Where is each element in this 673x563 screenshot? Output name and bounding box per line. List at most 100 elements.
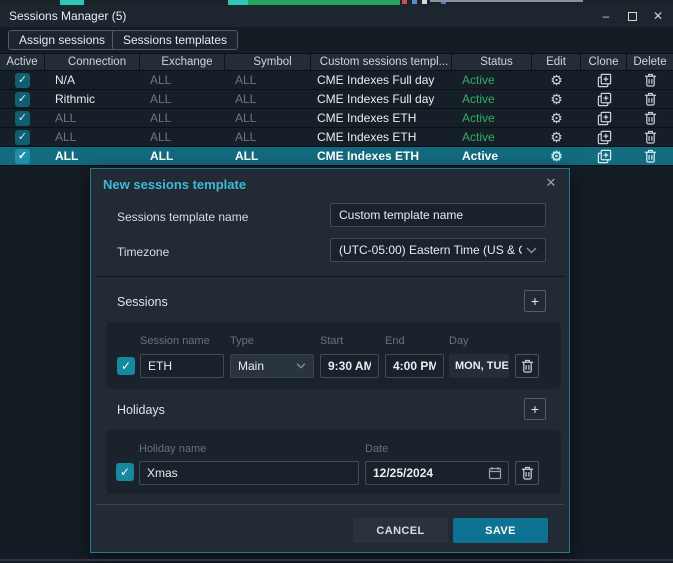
check-icon: ✓ xyxy=(18,113,27,124)
symbol-cell: ALL xyxy=(225,90,311,108)
status-badge: Active xyxy=(452,90,532,108)
tab-sessions-templates[interactable]: Sessions templates xyxy=(112,30,238,50)
active-checkbox[interactable]: ✓ xyxy=(15,111,30,126)
window-titlebar: Sessions Manager (5) – ✕ xyxy=(0,5,673,27)
delete-button[interactable] xyxy=(627,90,673,108)
table-row[interactable]: ✓ Rithmic ALL ALL CME Indexes Full day A… xyxy=(0,90,673,109)
session-day-header: Day xyxy=(449,335,469,347)
delete-button[interactable] xyxy=(627,128,673,146)
active-checkbox[interactable]: ✓ xyxy=(15,92,30,107)
close-button[interactable]: ✕ xyxy=(649,7,667,25)
timezone-label: Timezone xyxy=(117,245,169,259)
template-cell: CME Indexes ETH xyxy=(311,109,452,127)
check-icon: ✓ xyxy=(18,151,27,162)
session-name-input[interactable] xyxy=(140,354,224,378)
symbol-cell: ALL xyxy=(225,109,311,127)
active-checkbox[interactable]: ✓ xyxy=(15,130,30,145)
column-header-connection[interactable]: Connection xyxy=(45,54,140,70)
clone-icon xyxy=(597,130,612,145)
trash-icon xyxy=(521,466,534,480)
table-row[interactable]: ✓ ALL ALL ALL CME Indexes ETH Active ⚙ xyxy=(0,109,673,128)
connection-cell: N/A xyxy=(45,71,140,89)
delete-holiday-button[interactable] xyxy=(515,461,539,485)
check-icon: ✓ xyxy=(18,75,27,86)
clone-icon xyxy=(597,92,612,107)
section-divider xyxy=(96,276,564,277)
delete-button[interactable] xyxy=(627,147,673,165)
check-icon: ✓ xyxy=(120,465,130,479)
clone-button[interactable] xyxy=(581,90,627,108)
session-checkbox[interactable]: ✓ xyxy=(117,357,135,375)
tab-bar: Assign sessions Sessions templates xyxy=(0,27,673,53)
holiday-checkbox[interactable]: ✓ xyxy=(116,463,134,481)
connection-cell: Rithmic xyxy=(45,90,140,108)
modal-close-icon[interactable]: ✕ xyxy=(543,175,559,191)
template-cell: CME Indexes ETH xyxy=(311,147,452,165)
timezone-value: (UTC-05:00) Eastern Time (US & Cana xyxy=(339,243,522,257)
exchange-cell: ALL xyxy=(140,109,225,127)
edit-gear-icon[interactable]: ⚙ xyxy=(550,73,563,87)
clone-icon xyxy=(597,111,612,126)
column-header-template[interactable]: Custom sessions templ... xyxy=(311,54,452,70)
column-header-exchange[interactable]: Exchange xyxy=(140,54,225,70)
column-header-delete[interactable]: Delete xyxy=(627,54,673,70)
edit-gear-icon[interactable]: ⚙ xyxy=(550,130,563,144)
delete-button[interactable] xyxy=(627,71,673,89)
clone-button[interactable] xyxy=(581,128,627,146)
minimize-button[interactable]: – xyxy=(597,7,615,25)
column-header-edit[interactable]: Edit xyxy=(532,54,581,70)
symbol-cell: ALL xyxy=(225,128,311,146)
chevron-down-icon xyxy=(526,247,537,254)
edit-gear-icon[interactable]: ⚙ xyxy=(550,149,563,163)
table-row[interactable]: ✓ ALL ALL ALL CME Indexes ETH Active ⚙ xyxy=(0,128,673,147)
delete-button[interactable] xyxy=(627,109,673,127)
save-button[interactable]: SAVE xyxy=(453,518,548,543)
column-header-symbol[interactable]: Symbol xyxy=(225,54,311,70)
modal-title: New sessions template xyxy=(103,177,246,192)
session-day-field[interactable]: MON, TUE, xyxy=(449,354,509,378)
holidays-section-label: Holidays xyxy=(117,403,165,417)
tab-assign-sessions[interactable]: Assign sessions xyxy=(8,30,116,50)
active-checkbox[interactable]: ✓ xyxy=(15,73,30,88)
edit-gear-icon[interactable]: ⚙ xyxy=(550,92,563,106)
timezone-select[interactable]: (UTC-05:00) Eastern Time (US & Cana xyxy=(330,238,546,262)
background-pixel-fragment xyxy=(412,0,417,4)
window-controls: – ✕ xyxy=(597,5,667,27)
session-end-input[interactable] xyxy=(385,354,444,378)
holiday-name-input[interactable] xyxy=(139,461,359,485)
check-icon: ✓ xyxy=(121,359,131,373)
table-row-selected[interactable]: ✓ ALL ALL ALL CME Indexes ETH Active ⚙ xyxy=(0,147,673,166)
cancel-button[interactable]: CANCEL xyxy=(353,518,448,543)
trash-icon xyxy=(644,111,657,125)
session-start-header: Start xyxy=(320,335,343,347)
session-row-panel: Session name Type Start End Day ✓ Main M… xyxy=(106,322,561,389)
exchange-cell: ALL xyxy=(140,71,225,89)
holiday-date-input[interactable] xyxy=(373,466,488,480)
add-session-button[interactable]: + xyxy=(524,290,546,312)
table-row[interactable]: ✓ N/A ALL ALL CME Indexes Full day Activ… xyxy=(0,71,673,90)
session-name-header: Session name xyxy=(140,335,210,347)
session-type-select[interactable]: Main xyxy=(230,354,314,378)
session-start-input[interactable] xyxy=(320,354,379,378)
add-holiday-button[interactable]: + xyxy=(524,398,546,420)
clone-button[interactable] xyxy=(581,147,627,165)
column-header-status[interactable]: Status xyxy=(452,54,532,70)
clone-button[interactable] xyxy=(581,109,627,127)
holiday-date-header: Date xyxy=(365,443,388,455)
connection-cell: ALL xyxy=(45,109,140,127)
status-badge: Active xyxy=(452,109,532,127)
column-header-clone[interactable]: Clone xyxy=(581,54,627,70)
delete-session-button[interactable] xyxy=(515,354,539,378)
maximize-button[interactable] xyxy=(623,7,641,25)
holiday-date-field[interactable] xyxy=(365,461,509,485)
template-name-input[interactable] xyxy=(330,203,546,227)
session-end-header: End xyxy=(385,335,405,347)
clone-button[interactable] xyxy=(581,71,627,89)
exchange-cell: ALL xyxy=(140,128,225,146)
trash-icon xyxy=(644,92,657,106)
edit-gear-icon[interactable]: ⚙ xyxy=(550,111,563,125)
active-checkbox[interactable]: ✓ xyxy=(15,149,30,164)
footer-divider xyxy=(96,504,564,505)
column-header-active[interactable]: Active xyxy=(0,54,45,70)
chevron-down-icon xyxy=(296,363,306,369)
